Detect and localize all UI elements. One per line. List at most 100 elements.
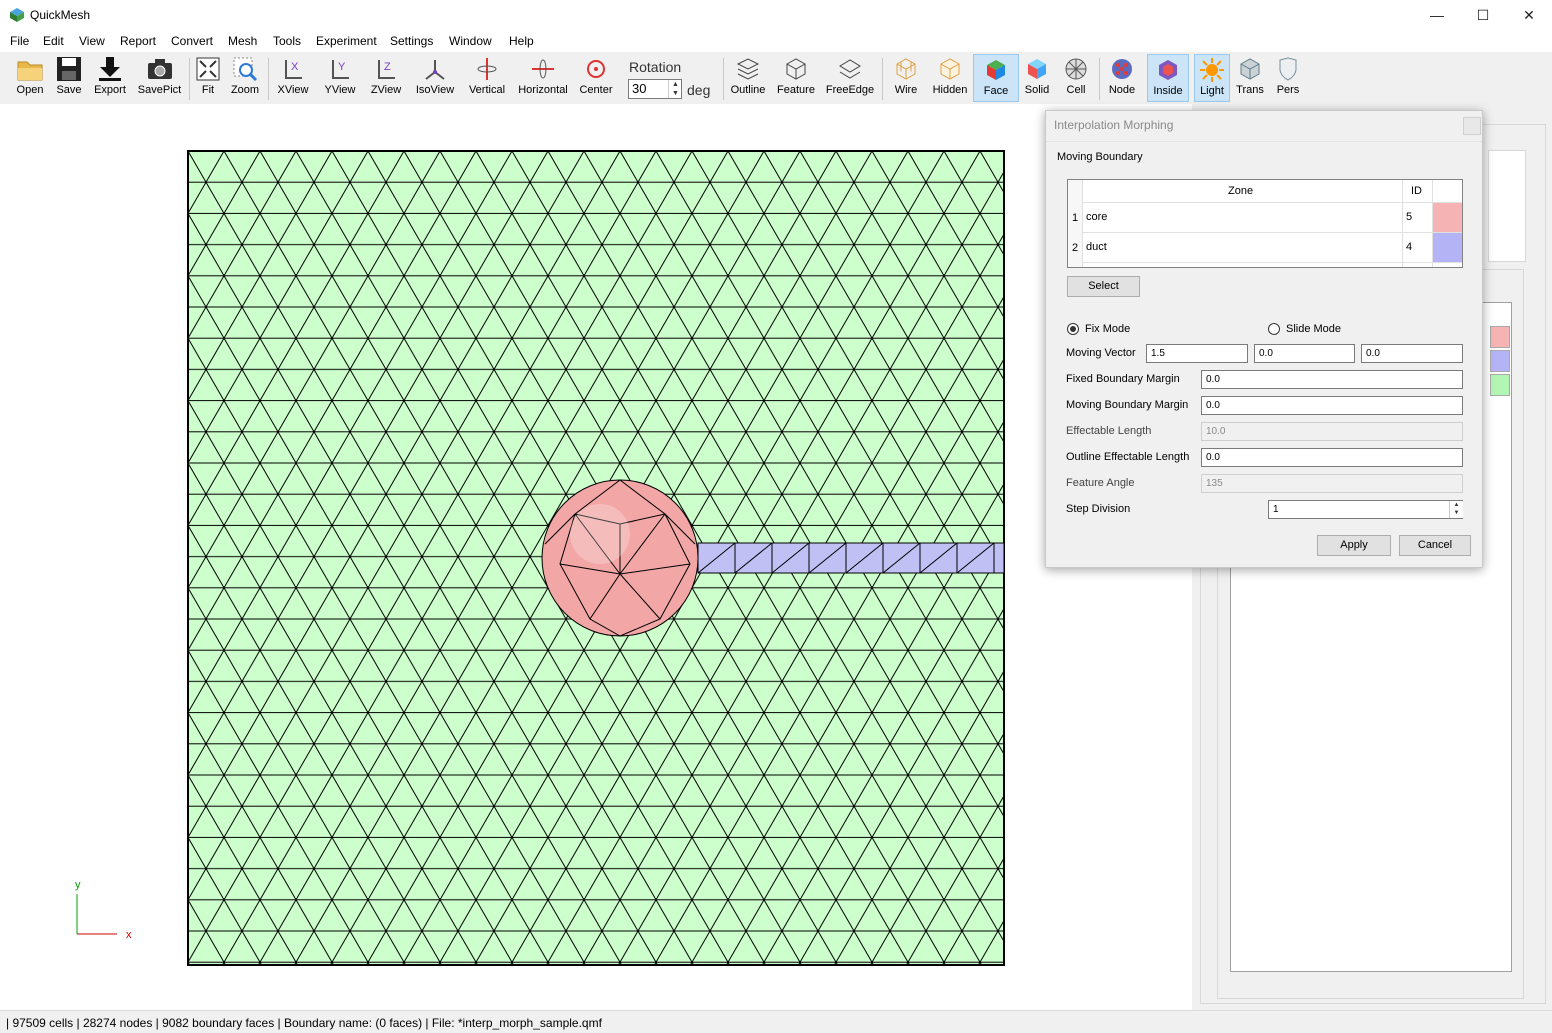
title-bar: QuickMesh — ☐ ✕ xyxy=(0,0,1552,31)
table-cell-zone[interactable]: duct xyxy=(1086,241,1107,253)
menu-help[interactable]: Help xyxy=(509,34,534,48)
pers-button[interactable]: Pers xyxy=(1272,54,1304,102)
outline-effectable-length-input[interactable]: 0.0 xyxy=(1201,448,1463,467)
menu-mesh[interactable]: Mesh xyxy=(228,34,257,48)
select-button[interactable]: Select xyxy=(1067,276,1140,297)
wire-button[interactable]: Wire xyxy=(888,54,924,102)
column-header-zone[interactable]: Zone xyxy=(1228,185,1253,197)
export-button[interactable]: Export xyxy=(91,54,129,102)
solid-button[interactable]: Solid xyxy=(1022,54,1052,102)
trans-button[interactable]: Trans xyxy=(1233,54,1267,102)
inside-button[interactable]: Inside xyxy=(1147,54,1189,102)
menu-edit[interactable]: Edit xyxy=(43,34,64,48)
menu-settings[interactable]: Settings xyxy=(390,34,433,48)
folder-icon xyxy=(17,61,43,81)
wire-cube-icon xyxy=(896,58,916,80)
mesh-canvas[interactable]: y x xyxy=(0,104,1192,1010)
savepict-button[interactable]: SavePict xyxy=(136,54,183,102)
fix-mode-radio[interactable] xyxy=(1067,323,1079,335)
menu-window[interactable]: Window xyxy=(449,34,492,48)
cancel-button[interactable]: Cancel xyxy=(1399,535,1471,556)
effectable-length-input: 10.0 xyxy=(1201,422,1463,441)
slide-mode-radio[interactable] xyxy=(1268,323,1280,335)
column-header-id[interactable]: ID xyxy=(1411,185,1422,197)
open-button[interactable]: Open xyxy=(12,54,48,102)
axis-x-label: x xyxy=(126,929,132,941)
outline-button[interactable]: Outline xyxy=(728,54,768,102)
table-cell-color-core[interactable] xyxy=(1433,203,1462,232)
moving-vector-y-input[interactable]: 0.0 xyxy=(1254,344,1355,363)
feature-angle-label: Feature Angle xyxy=(1066,477,1135,489)
moving-vector-z-input[interactable]: 0.0 xyxy=(1361,344,1463,363)
z-axis-view-icon: Z xyxy=(378,60,395,79)
fit-button[interactable]: Fit xyxy=(194,54,222,102)
maximize-button[interactable]: ☐ xyxy=(1460,0,1506,31)
center-button[interactable]: Center xyxy=(577,54,615,102)
vertical-button[interactable]: Vertical xyxy=(466,54,508,102)
menu-file[interactable]: File xyxy=(10,34,29,48)
isometric-axes-icon xyxy=(425,60,445,80)
rotation-spinner[interactable]: ▲ ▼ xyxy=(668,80,682,98)
dialog-close-button[interactable] xyxy=(1463,117,1481,135)
horizontal-rotate-icon xyxy=(532,59,554,79)
menu-bar: File Edit View Report Convert Mesh Tools… xyxy=(0,31,1552,52)
xview-button[interactable]: X XView xyxy=(274,54,312,102)
dialog-title: Interpolation Morphing xyxy=(1054,118,1174,132)
effectable-length-label: Effectable Length xyxy=(1066,425,1152,437)
close-button[interactable]: ✕ xyxy=(1506,0,1552,31)
zone-color-duct[interactable] xyxy=(1490,350,1510,372)
zone-color-fluid[interactable] xyxy=(1490,374,1510,396)
moving-vector-x-input[interactable]: 1.5 xyxy=(1146,344,1248,363)
cell-button[interactable]: Cell xyxy=(1060,54,1092,102)
freeedge-button[interactable]: FreeEdge xyxy=(824,54,876,102)
slide-mode-label[interactable]: Slide Mode xyxy=(1286,323,1341,335)
row-number: 1 xyxy=(1072,212,1079,224)
inside-cube-icon xyxy=(1159,60,1177,80)
menu-report[interactable]: Report xyxy=(120,34,156,48)
center-target-icon xyxy=(587,60,605,78)
minimize-button[interactable]: — xyxy=(1414,0,1460,31)
moving-boundary-margin-label: Moving Boundary Margin xyxy=(1066,399,1189,411)
toolbar-separator xyxy=(1099,58,1100,100)
menu-view[interactable]: View xyxy=(79,34,105,48)
fix-mode-label[interactable]: Fix Mode xyxy=(1085,323,1130,335)
panel-upper-box xyxy=(1488,150,1526,262)
menu-tools[interactable]: Tools xyxy=(273,34,301,48)
node-button[interactable]: Node xyxy=(1104,54,1140,102)
hidden-button[interactable]: Hidden xyxy=(930,54,970,102)
face-button[interactable]: Face xyxy=(973,54,1019,102)
download-arrow-icon xyxy=(99,57,121,81)
light-button[interactable]: Light xyxy=(1194,54,1230,102)
axis-y-label: y xyxy=(75,879,81,891)
moving-vector-label: Moving Vector xyxy=(1066,347,1136,359)
menu-convert[interactable]: Convert xyxy=(171,34,213,48)
core-sphere xyxy=(541,479,699,637)
save-button[interactable]: Save xyxy=(52,54,86,102)
table-cell-id[interactable]: 5 xyxy=(1406,211,1412,223)
face-cube-icon xyxy=(987,60,1005,80)
table-cell-id[interactable]: 4 xyxy=(1406,241,1412,253)
duct-zone xyxy=(697,542,1005,574)
x-axis-view-icon: X xyxy=(285,60,302,79)
yview-button[interactable]: Y YView xyxy=(320,54,360,102)
sun-light-icon xyxy=(1200,58,1224,82)
apply-button[interactable]: Apply xyxy=(1317,535,1391,556)
table-cell-color-duct[interactable] xyxy=(1433,233,1462,262)
svg-text:X: X xyxy=(291,61,299,73)
svg-text:Z: Z xyxy=(384,61,391,73)
step-division-spinner[interactable]: ▲ ▼ xyxy=(1449,501,1463,518)
step-division-input[interactable]: 1 xyxy=(1268,500,1463,519)
isoview-button[interactable]: IsoView xyxy=(413,54,457,102)
table-cell-zone[interactable]: core xyxy=(1086,211,1107,223)
zview-button[interactable]: Z ZView xyxy=(366,54,406,102)
zone-color-core[interactable] xyxy=(1490,326,1510,348)
feature-button[interactable]: Feature xyxy=(774,54,818,102)
zoom-button[interactable]: Zoom xyxy=(228,54,262,102)
feature-cube-icon xyxy=(786,58,806,80)
mesh-viewport[interactable]: y x xyxy=(0,104,1192,1010)
moving-boundary-margin-input[interactable]: 0.0 xyxy=(1201,396,1463,415)
fixed-boundary-margin-input[interactable]: 0.0 xyxy=(1201,370,1463,389)
moving-boundary-table[interactable]: Zone ID 1 core 5 2 duct 4 xyxy=(1067,179,1463,268)
horizontal-button[interactable]: Horizontal xyxy=(516,54,570,102)
menu-experiment[interactable]: Experiment xyxy=(316,34,377,48)
